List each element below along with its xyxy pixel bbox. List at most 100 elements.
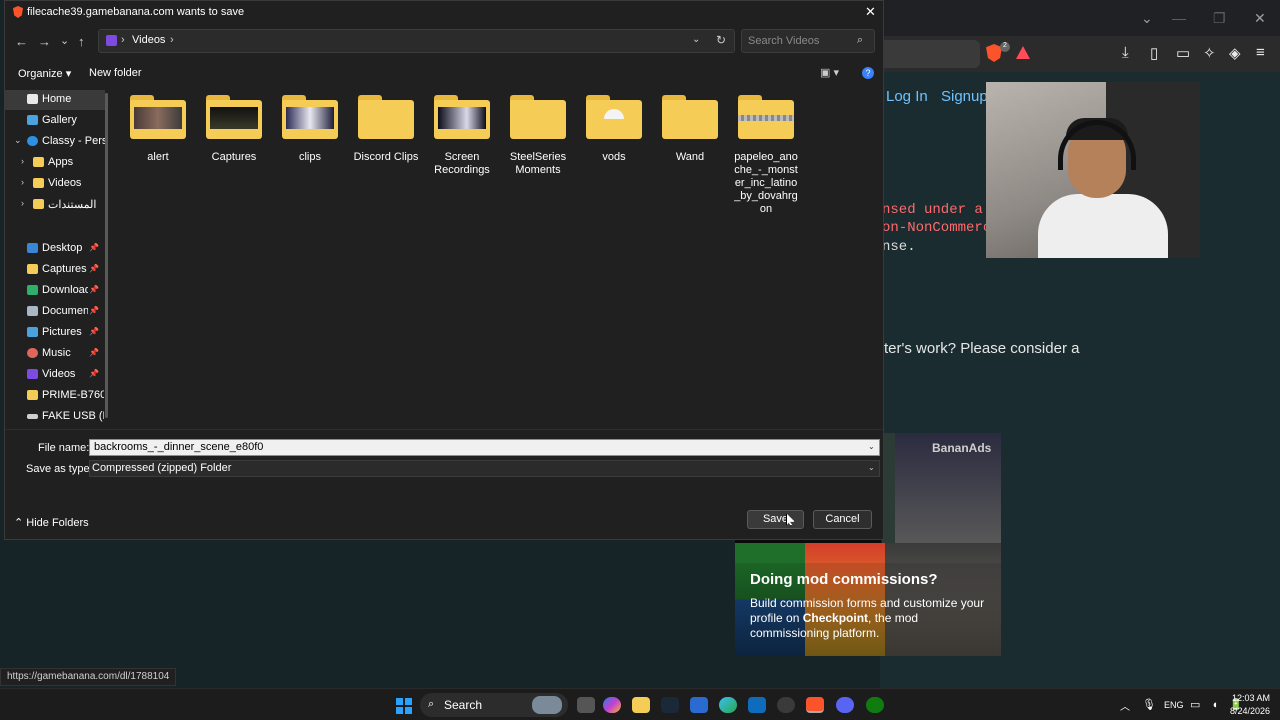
breadcrumb-videos[interactable]: Videos bbox=[132, 34, 165, 46]
folder-item[interactable]: Captures bbox=[196, 95, 272, 164]
clock-time[interactable]: 12:03 AM bbox=[1226, 693, 1270, 703]
file-name-field[interactable]: backrooms_-_dinner_scene_e80f0 bbox=[89, 439, 880, 456]
brave-rewards-icon[interactable] bbox=[1016, 46, 1030, 59]
sidebar-item-downloads[interactable]: Downloads 📌 bbox=[5, 281, 105, 301]
discord-icon[interactable] bbox=[836, 697, 854, 713]
chevron-right-icon[interactable]: › bbox=[21, 156, 24, 166]
sidebar-item-home[interactable]: Home bbox=[5, 90, 105, 110]
sidebar-item-videos-cloud[interactable]: › Videos bbox=[5, 174, 105, 194]
xbox-icon[interactable] bbox=[866, 697, 884, 713]
folder-icon bbox=[27, 264, 38, 274]
dialog-close-icon[interactable]: ✕ bbox=[865, 4, 876, 20]
settings-icon[interactable] bbox=[777, 697, 795, 713]
sidebar-item-label: المستندات bbox=[48, 199, 97, 211]
chevron-down-icon[interactable]: ⌄ bbox=[868, 442, 875, 451]
maximize-icon[interactable]: ❐ bbox=[1213, 10, 1226, 27]
pin-icon[interactable]: 📌 bbox=[89, 306, 99, 315]
ad-body: Build commission forms and customize you… bbox=[750, 596, 985, 640]
pin-icon[interactable]: 📌 bbox=[89, 348, 99, 357]
browser-close-icon[interactable]: ✕ bbox=[1254, 10, 1266, 27]
search-icon[interactable]: ⌕ bbox=[857, 34, 863, 47]
tab-list-chevron-icon[interactable]: ⌄ bbox=[1141, 10, 1153, 27]
sidebar-item-pictures[interactable]: Pictures 📌 bbox=[5, 323, 105, 343]
download-icon[interactable]: ⤓ bbox=[1122, 44, 1129, 61]
chevron-right-icon[interactable]: › bbox=[21, 177, 24, 187]
cancel-button[interactable]: Cancel bbox=[813, 510, 872, 529]
chevron-right-icon[interactable]: › bbox=[170, 34, 174, 46]
login-link[interactable]: Log In bbox=[886, 88, 928, 105]
sidebar-item-documents-ar[interactable]: › المستندات bbox=[5, 195, 105, 215]
sidebar-item-label: Music bbox=[42, 347, 71, 359]
steam-icon[interactable] bbox=[661, 697, 679, 713]
sidebar-item-captures[interactable]: Captures 📌 bbox=[5, 260, 105, 280]
folder-item[interactable]: Screen Recordings bbox=[424, 95, 500, 177]
save-button[interactable]: Save bbox=[747, 510, 804, 529]
wallet-icon[interactable]: ▭ bbox=[1176, 44, 1190, 62]
microphone-icon[interactable]: 🎙 bbox=[1142, 698, 1156, 711]
copilot-icon[interactable] bbox=[603, 697, 621, 713]
forward-icon[interactable]: → bbox=[38, 34, 51, 49]
sidebar-item-apps[interactable]: › Apps bbox=[5, 153, 105, 173]
sidebar-scrollbar[interactable] bbox=[105, 93, 108, 418]
zip-file-item[interactable]: papeleo_anoche_-_monster_inc_latino_by_d… bbox=[728, 95, 804, 216]
chevron-down-icon[interactable]: ⌄ bbox=[868, 463, 875, 472]
chevron-down-icon[interactable]: ⌄ bbox=[692, 34, 700, 45]
edge-icon[interactable] bbox=[719, 697, 737, 713]
organize-button[interactable]: Organize ▾ bbox=[18, 67, 71, 80]
chevron-right-icon[interactable]: › bbox=[121, 34, 125, 46]
pin-icon[interactable]: 📌 bbox=[89, 369, 99, 378]
view-options-icon[interactable]: ▣ ▾ bbox=[820, 66, 839, 79]
windows-start-icon[interactable] bbox=[396, 698, 412, 714]
folder-item[interactable]: Wand bbox=[652, 95, 728, 164]
search-input[interactable]: Search Videos ⌕ bbox=[741, 29, 875, 53]
chevron-down-icon[interactable]: ⌄ bbox=[14, 135, 22, 146]
up-folder-icon[interactable]: ↑ bbox=[78, 34, 85, 49]
pictures-icon bbox=[27, 327, 38, 337]
sidebar-item-usb-drive[interactable]: FAKE USB (D bbox=[5, 407, 105, 427]
folder-item[interactable]: Discord Clips bbox=[348, 95, 424, 164]
address-path-bar[interactable]: › Videos › ⌄ ↻ bbox=[98, 29, 735, 53]
brave-taskbar-icon[interactable] bbox=[806, 697, 824, 713]
sidebar-item-documents[interactable]: Documents 📌 bbox=[5, 302, 105, 322]
pin-icon[interactable]: 📌 bbox=[89, 285, 99, 294]
browser-titlebar: ⌄ — ❐ ✕ bbox=[880, 0, 1280, 36]
folder-item[interactable]: clips bbox=[272, 95, 348, 164]
clock-date[interactable]: 8/24/2026 bbox=[1220, 706, 1270, 716]
taskbar-search[interactable]: ⌕ Search bbox=[420, 693, 568, 717]
folder-item[interactable]: SteelSeries Moments bbox=[500, 95, 576, 177]
chevron-right-icon[interactable]: › bbox=[21, 198, 24, 208]
hide-folders-button[interactable]: ⌃ Hide Folders bbox=[14, 516, 89, 529]
menu-icon[interactable]: ≡ bbox=[1256, 44, 1265, 61]
sidebar-item-prime-drive[interactable]: PRIME-B760- bbox=[5, 386, 105, 406]
search-highlight-icon[interactable] bbox=[532, 696, 562, 714]
back-icon[interactable]: ← bbox=[15, 34, 28, 49]
refresh-icon[interactable]: ↻ bbox=[716, 33, 726, 47]
pin-icon[interactable]: 📌 bbox=[89, 264, 99, 273]
task-view-icon[interactable] bbox=[577, 697, 595, 713]
tray-overflow-icon[interactable]: ︿ bbox=[1120, 698, 1130, 713]
pin-icon[interactable]: 📌 bbox=[89, 243, 99, 252]
address-bar[interactable] bbox=[882, 40, 980, 68]
file-name: clips bbox=[298, 151, 321, 163]
sidebar-item-gallery[interactable]: Gallery bbox=[5, 111, 105, 131]
folder-item[interactable]: vods bbox=[576, 95, 652, 164]
file-explorer-icon[interactable] bbox=[632, 697, 650, 713]
folder-item[interactable]: alert bbox=[120, 95, 196, 164]
vpn-icon[interactable]: ◈ bbox=[1229, 44, 1241, 62]
pin-icon[interactable]: 📌 bbox=[89, 327, 99, 336]
help-icon[interactable]: ? bbox=[862, 67, 874, 79]
sidebar-icon[interactable]: ▯ bbox=[1150, 44, 1158, 62]
language-indicator[interactable]: ENG bbox=[1164, 700, 1184, 710]
signup-link[interactable]: Signup bbox=[941, 88, 988, 105]
save-type-select[interactable]: Compressed (zipped) Folder bbox=[89, 460, 880, 477]
leo-ai-icon[interactable]: ✧ bbox=[1203, 44, 1216, 62]
sidebar-item-videos[interactable]: Videos 📌 bbox=[5, 365, 105, 385]
new-folder-button[interactable]: New folder bbox=[89, 67, 142, 79]
sidebar-item-desktop[interactable]: Desktop 📌 bbox=[5, 239, 105, 259]
recent-locations-icon[interactable]: ⌄ bbox=[60, 34, 69, 47]
sidebar-item-onedrive[interactable]: ⌄ Classy - Perso bbox=[5, 132, 108, 152]
minimize-icon[interactable]: — bbox=[1172, 10, 1186, 26]
outlook-icon[interactable] bbox=[748, 697, 766, 713]
sidebar-item-music[interactable]: Music 📌 bbox=[5, 344, 105, 364]
store-icon[interactable] bbox=[690, 697, 708, 713]
